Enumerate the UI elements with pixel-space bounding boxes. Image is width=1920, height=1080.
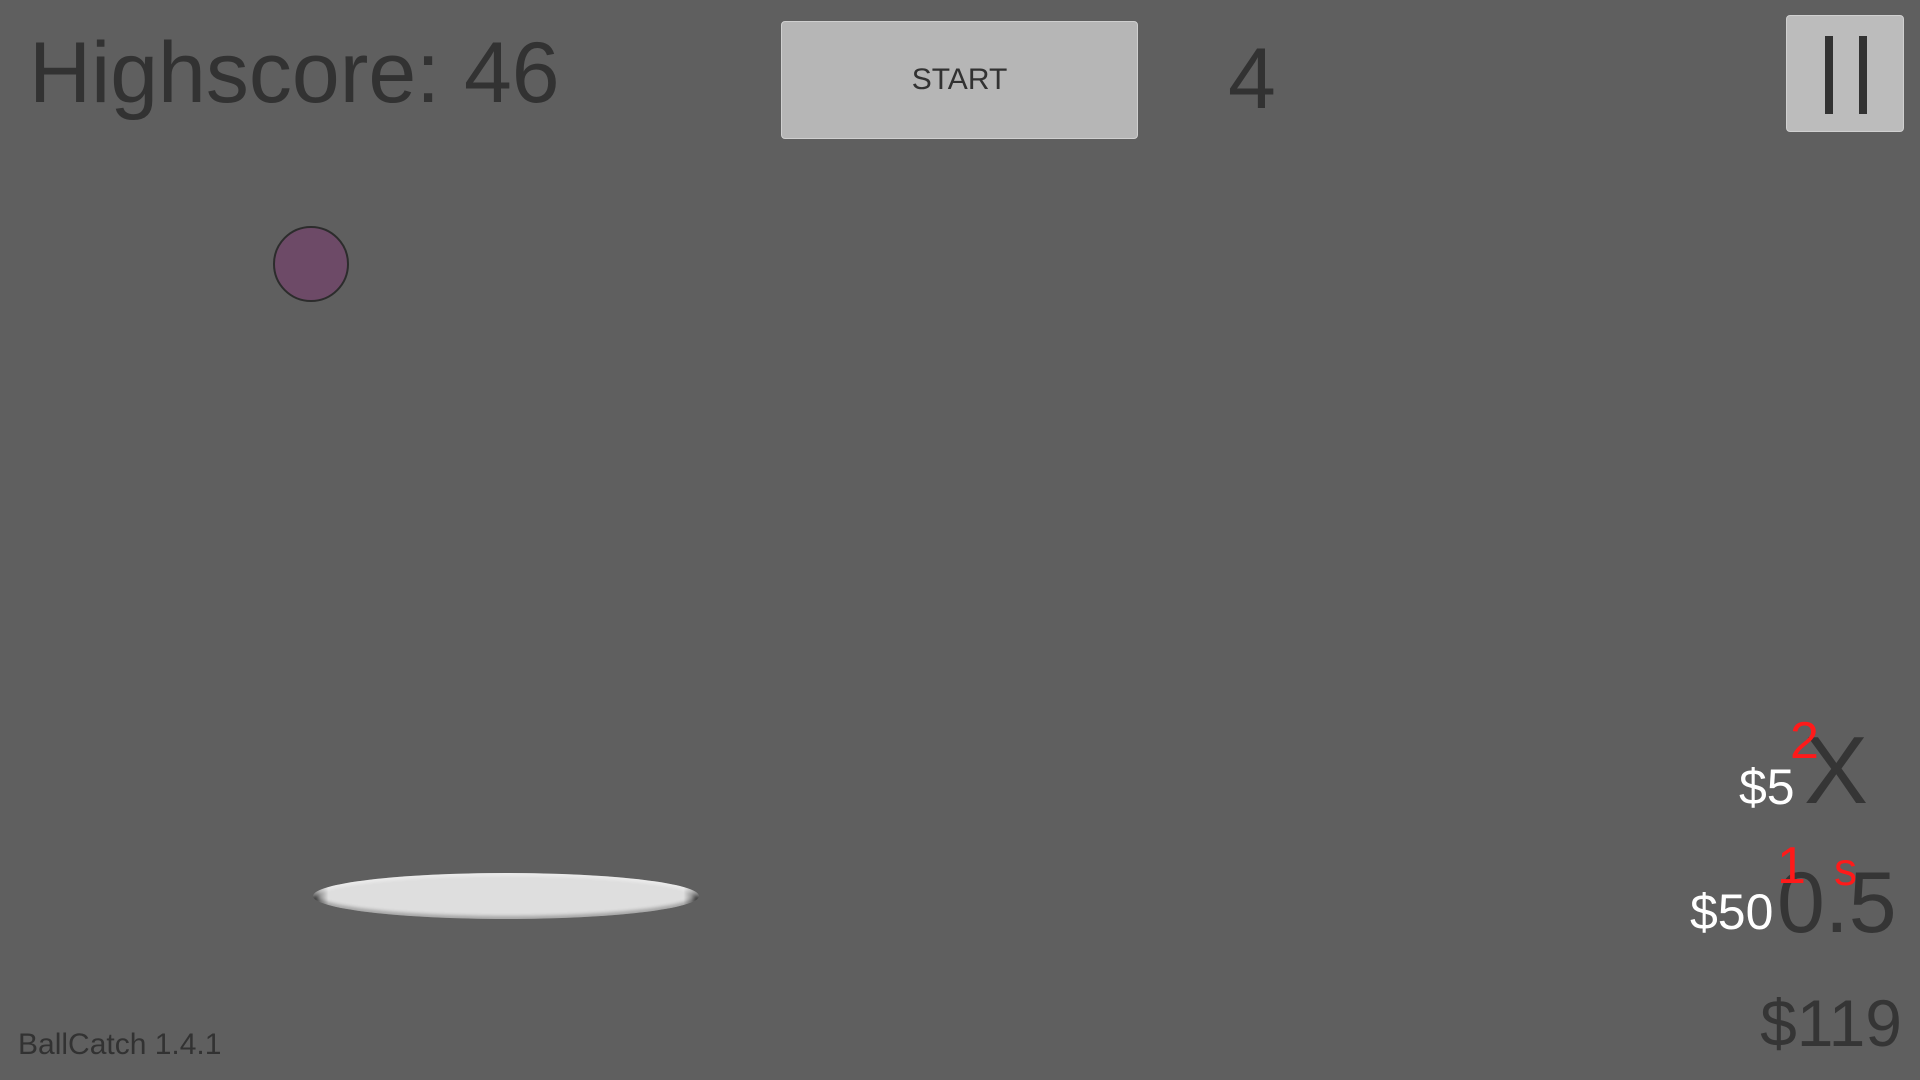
highscore-label: Highscore: 46 [29, 25, 560, 121]
ball [273, 226, 349, 302]
wallet-balance: $119 [1760, 986, 1902, 1060]
multiplier-powerup[interactable]: $5 X 2 [1730, 710, 1880, 820]
pause-bar-right [1859, 36, 1867, 114]
slowmo-powerup[interactable]: $50 0.5 1 s [1685, 840, 1900, 950]
multiplier-price: $5 [1739, 759, 1795, 815]
paddle[interactable] [313, 873, 699, 919]
current-score: 4 [1228, 31, 1276, 127]
slowmo-price: $50 [1690, 884, 1774, 940]
game-stage[interactable]: Highscore: 46 START 4 $5 X 2 $50 0.5 1 s… [0, 0, 1920, 1080]
multiplier-count: 2 [1790, 712, 1819, 770]
pause-button[interactable] [1786, 15, 1904, 132]
slowmo-unit: s [1834, 843, 1857, 895]
slowmo-count: 1 [1777, 837, 1806, 895]
version-label: BallCatch 1.4.1 [18, 1028, 222, 1061]
start-button[interactable]: START [781, 21, 1138, 139]
pause-bar-left [1825, 36, 1833, 114]
